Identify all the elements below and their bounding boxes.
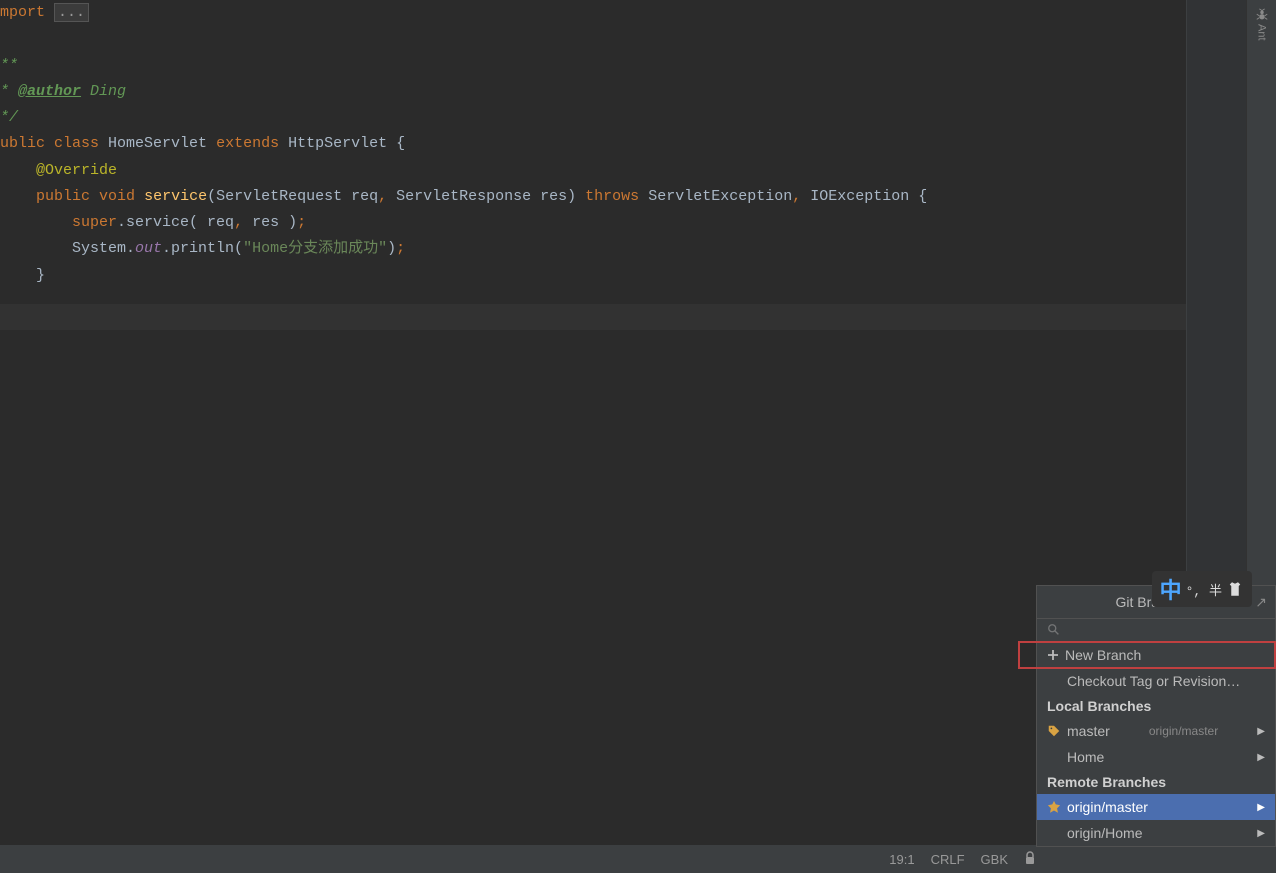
chevron-right-icon: ▶ [1257, 828, 1265, 839]
code-keyword: mport [0, 4, 45, 21]
chevron-right-icon: ▶ [1257, 802, 1265, 813]
code-type: HomeServlet [99, 135, 216, 152]
code-keyword: ublic class [0, 135, 99, 152]
ime-mode-text: °, 半 [1186, 580, 1222, 599]
search-icon [1047, 623, 1061, 637]
ant-icon [1255, 8, 1269, 22]
branch-origin-master-label: origin/master [1067, 799, 1148, 815]
git-search-row[interactable] [1037, 619, 1275, 642]
shirt-icon [1226, 580, 1244, 598]
code-keyword: throws [585, 188, 639, 205]
ime-indicator: 中 °, 半 [1152, 571, 1252, 607]
code-field: out [135, 240, 162, 257]
file-encoding[interactable]: GBK [981, 852, 1008, 867]
local-branches-header: Local Branches [1037, 694, 1275, 718]
chevron-right-icon: ▶ [1257, 752, 1265, 763]
doc-comment: * [0, 83, 18, 100]
git-branches-popup: Git Branches ↗ New Branch Checkout Tag o… [1036, 585, 1276, 847]
branch-master[interactable]: master origin/master ▶ [1037, 718, 1275, 744]
plus-icon [1047, 649, 1059, 661]
code-type: HttpServlet { [279, 135, 405, 152]
star-icon [1047, 800, 1061, 814]
code-keyword: super [72, 214, 117, 231]
lock-icon[interactable] [1024, 851, 1036, 868]
branch-home-label: Home [1067, 749, 1104, 765]
branch-origin-home-label: origin/Home [1067, 825, 1142, 841]
new-branch-label: New Branch [1065, 647, 1141, 663]
branch-home[interactable]: Home ▶ [1037, 744, 1275, 770]
code-method: service [144, 188, 207, 205]
checkout-tag-item[interactable]: Checkout Tag or Revision… [1037, 668, 1275, 694]
checkout-tag-label: Checkout Tag or Revision… [1067, 673, 1240, 689]
doc-tag-author: @author [18, 83, 81, 100]
tag-icon [1047, 724, 1061, 738]
doc-comment: Ding [81, 83, 126, 100]
code-annotation: @Override [36, 162, 117, 179]
code-content[interactable]: mport ... ** * @author Ding */ ublic cla… [0, 0, 1186, 289]
resize-icon[interactable]: ↗ [1255, 594, 1267, 611]
code-string: "Home分支添加成功" [243, 240, 387, 257]
ime-zhong-icon: 中 [1160, 573, 1182, 605]
code-keyword: extends [216, 135, 279, 152]
status-bar: 19:1 CRLF GBK [0, 845, 1276, 873]
code-keyword: public void [36, 188, 135, 205]
chevron-right-icon: ▶ [1257, 726, 1265, 737]
doc-comment: */ [0, 109, 18, 126]
doc-comment: ** [0, 57, 18, 74]
ant-label: Ant [1256, 24, 1268, 41]
code-param: (ServletRequest req [207, 188, 378, 205]
branch-origin-home[interactable]: origin/Home ▶ [1037, 820, 1275, 846]
branch-master-tracking: origin/master [1149, 724, 1218, 738]
ant-tool-tab[interactable]: Ant [1247, 8, 1276, 41]
remote-branches-header: Remote Branches [1037, 770, 1275, 794]
import-fold-marker[interactable]: ... [54, 3, 89, 22]
cursor-highlight-line [0, 304, 1186, 330]
code-editor[interactable]: mport ... ** * @author Ding */ ublic cla… [0, 0, 1186, 845]
branch-origin-master[interactable]: origin/master ▶ [1037, 794, 1275, 820]
branch-master-label: master [1067, 723, 1110, 739]
new-branch-item[interactable]: New Branch [1019, 642, 1275, 668]
line-ending[interactable]: CRLF [931, 852, 965, 867]
cursor-position[interactable]: 19:1 [889, 852, 914, 867]
